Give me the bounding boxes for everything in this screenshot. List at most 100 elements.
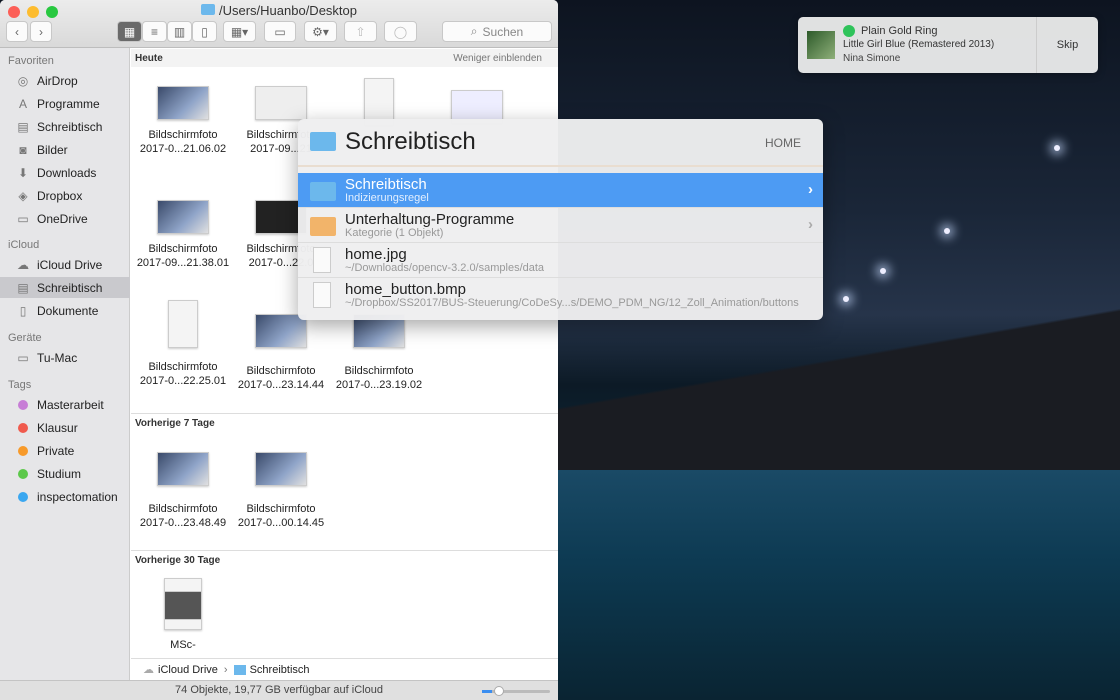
folder-gear-icon [310,217,336,236]
search-icon: ⌕ [470,24,478,38]
tag-color-icon [18,468,28,479]
wallpaper-lamp [944,228,950,234]
chevron-right-icon: › [808,181,813,198]
cloud-icon: ☁ [143,664,154,676]
slider-knob[interactable] [494,686,504,696]
tag-color-icon [18,422,28,433]
sidebar-item-schreibtisch[interactable]: ▤ Schreibtisch [0,116,130,137]
sidebar-item-dokumente[interactable]: ▯ Dokumente [0,300,130,321]
chevron-right-icon: › [223,663,228,676]
video-file-icon [164,578,202,630]
camera-icon: ◙ [19,142,27,157]
sidebar-item-bilder[interactable]: ◙ Bilder [0,139,130,160]
back-button[interactable]: ‹ [6,21,28,42]
wallpaper-water [558,470,1120,700]
skip-button[interactable]: Skip [1036,17,1098,73]
sidebar-item-icloud-schreibtisch[interactable]: ▤ Schreibtisch [0,277,130,298]
forward-button[interactable]: › [30,21,52,42]
folder-icon [310,182,336,201]
dropbox-icon: ◈ [18,188,28,203]
search-input[interactable]: ⌕ Suchen [442,21,552,42]
file-item[interactable]: Bildschirmfoto 2017-0...23.14.44 [232,314,330,392]
tag-color-icon [18,491,28,502]
wallpaper-lamp [1054,145,1060,151]
file-item[interactable]: Bildschirmfoto 2017-0...22.25.01 [134,300,232,388]
path-item-icloud-drive[interactable]: iCloud Drive [158,664,218,676]
sidebar-item-downloads[interactable]: ⬇ Downloads [0,162,130,183]
show-less-link[interactable]: Weniger einblenden [453,53,542,64]
file-thumbnail [157,200,209,234]
tag-color-icon [18,445,28,456]
file-item[interactable]: Bildschirmfoto 2017-0...23.48.49 [134,452,232,530]
airdrop-icon: ◎ [17,73,29,88]
sidebar-item-onedrive[interactable]: ▭ OneDrive [0,208,130,229]
file-thumbnail [168,300,198,348]
file-item[interactable]: Bildschirmfoto 2017-0...21.06.02 [134,86,232,156]
sidebar-tag-studium[interactable]: Studium [0,463,130,484]
laptop-icon: ▭ [17,350,29,365]
path-item-schreibtisch[interactable]: Schreibtisch [250,664,310,676]
applications-icon: A [18,96,27,111]
file-item[interactable]: Bildschirmfoto 2017-0...23.19.02 [330,314,428,392]
toolbar: /Users/Huanbo/Desktop ‹ › ▦ ≡ ▥ ▯ ▦▾ ▭ ⚙… [0,0,558,48]
slider-fill [482,690,493,693]
tag-button[interactable]: ◯ [384,21,417,42]
file-thumbnail [255,452,307,486]
folder-icon [200,4,215,15]
sidebar: Favoriten ◎ AirDrop A Programme ▤ Schreibti… [0,48,130,700]
spotify-notification: Plain Gold Ring Little Girl Blue (Remast… [798,17,1098,73]
section-header: Heute Weniger einblenden [131,49,558,67]
coverflow-view-button[interactable]: ▯ [192,21,217,42]
album-art [807,31,835,59]
new-folder-button[interactable]: ▭ [264,21,296,42]
chevron-right-icon: › [808,216,813,233]
sidebar-header: iCloud [8,239,40,251]
sidebar-tag-private[interactable]: Private [0,440,130,461]
sidebar-tag-inspectomation[interactable]: inspectomation [0,486,130,507]
file-item[interactable]: Bildschirmfoto 2017-09...21.38.01 [134,200,232,270]
spotlight-result[interactable]: home_button.bmp ~/Dropbox/SS2017/BUS-Steu… [298,278,823,313]
column-view-button[interactable]: ▥ [167,21,192,42]
wallpaper-lamp [843,296,849,302]
section-header: Vorherige 30 Tage [131,550,558,568]
file-thumbnail [255,86,307,120]
bmp-file-icon [313,282,331,308]
section-header: Vorherige 7 Tage [131,413,558,431]
sidebar-item-airdrop[interactable]: ◎ AirDrop [0,70,130,91]
file-item[interactable]: MSc- [134,578,232,652]
sidebar-header: Favoriten [8,55,54,67]
spotlight-result[interactable]: Unterhaltung-Programme Kategorie (1 Objek… [298,208,823,243]
sidebar-tag-klausur[interactable]: Klausur [0,417,130,438]
folder-icon [233,664,246,675]
icon-size-slider[interactable] [482,686,550,696]
wallpaper-lamp [880,268,886,274]
spotlight-result[interactable]: home.jpg ~/Downloads/opencv-3.2.0/samples… [298,243,823,278]
finder-window: /Users/Huanbo/Desktop ‹ › ▦ ≡ ▥ ▯ ▦▾ ▭ ⚙… [0,0,558,700]
desktop-icon: ▤ [17,119,29,134]
arrange-button[interactable]: ▦▾ [223,21,256,42]
download-icon: ⬇ [17,165,29,180]
sidebar-item-programme[interactable]: A Programme [0,93,130,114]
list-view-button[interactable]: ≡ [142,21,167,42]
sidebar-item-dropbox[interactable]: ◈ Dropbox [0,185,130,206]
sidebar-item-tu-mac[interactable]: ▭ Tu-Mac [0,347,130,368]
sidebar-item-icloud-drive[interactable]: ☁ iCloud Drive [0,254,130,275]
sidebar-header: Geräte [8,332,42,344]
share-button[interactable]: ⇧ [344,21,377,42]
spotlight-search-bar[interactable]: Schreibtisch HOME [298,119,823,167]
file-thumbnail [157,86,209,120]
document-icon: ▯ [19,303,27,318]
tag-color-icon [18,399,28,410]
status-bar: 74 Objekte, 19,77 GB verfügbar auf iClou… [0,680,558,700]
file-thumbnail [255,314,307,348]
desktop-wallpaper [558,300,1120,470]
spotlight-scope-label: HOME [765,136,801,150]
spotlight-result[interactable]: Schreibtisch Indizierungsregel › [298,173,823,208]
folder-icon [310,132,336,151]
action-gear-button[interactable]: ⚙▾ [304,21,337,42]
sidebar-header: Tags [8,379,32,391]
sidebar-tag-masterarbeit[interactable]: Masterarbeit [0,394,130,415]
spotlight-query-input[interactable]: Schreibtisch [345,128,476,156]
file-item[interactable]: Bildschirmfoto 2017-0...00.14.45 [232,452,330,530]
icon-view-button[interactable]: ▦ [117,21,142,42]
